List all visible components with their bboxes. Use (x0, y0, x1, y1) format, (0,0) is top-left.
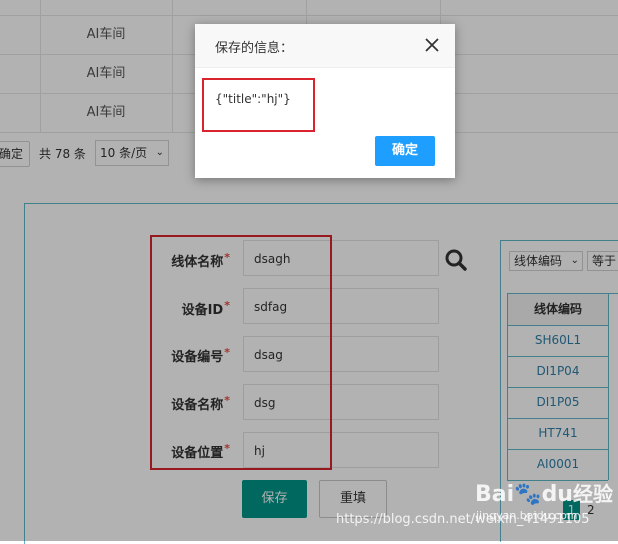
paw-icon: 🐾 (514, 482, 542, 507)
dialog-ok-button[interactable]: 确定 (375, 136, 435, 166)
dialog-title: 保存的信息： (215, 41, 294, 56)
dialog-header: 保存的信息： (195, 24, 455, 68)
content-highlight-box (202, 78, 315, 132)
csdn-watermark: https://blog.csdn.net/weixin_41491105 (336, 512, 590, 527)
baidu-jingyan-logo: Bai🐾du经验 (475, 482, 613, 507)
close-icon[interactable] (424, 37, 440, 53)
